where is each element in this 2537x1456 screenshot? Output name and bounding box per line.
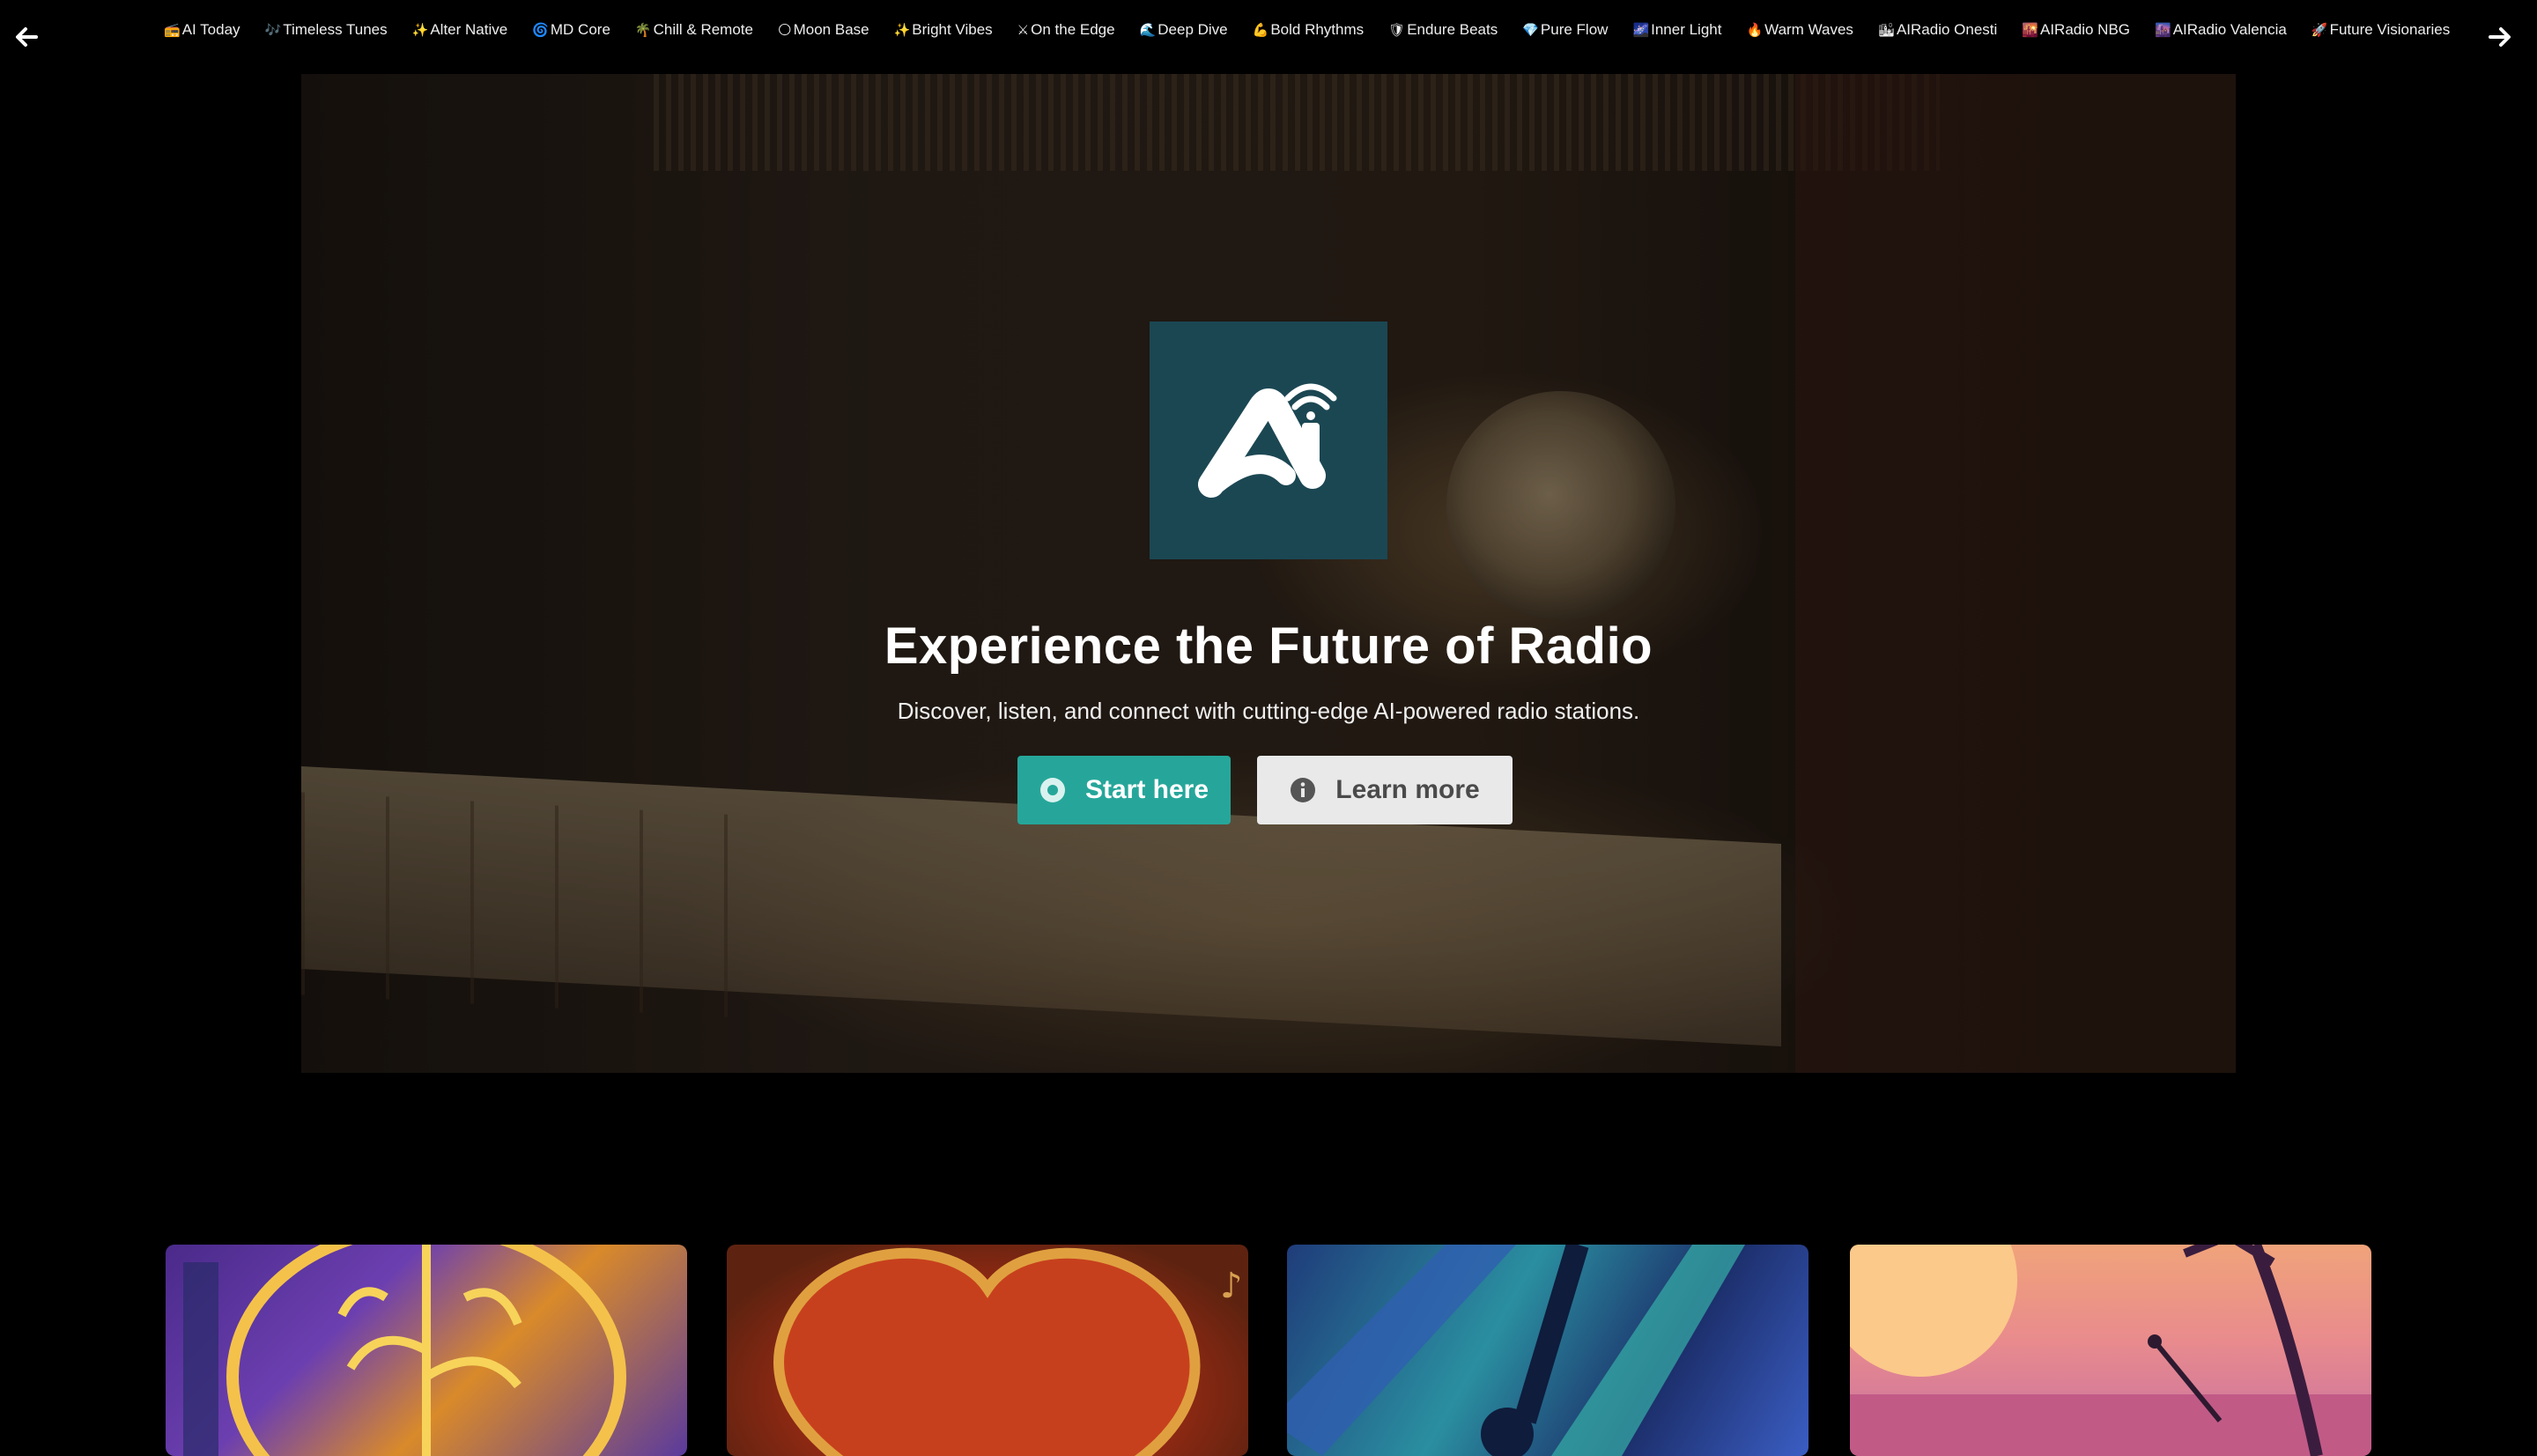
station-emoji-icon: ✨ bbox=[411, 22, 429, 38]
guitar-abstract-artwork bbox=[1287, 1245, 1745, 1456]
start-here-button[interactable]: Start here bbox=[1017, 756, 1231, 824]
station-label: Deep Dive bbox=[1158, 21, 1228, 38]
station-link-endure-beats[interactable]: 🛡 Endure Beats bbox=[1376, 16, 1510, 44]
station-label: Endure Beats bbox=[1407, 21, 1498, 38]
station-card[interactable] bbox=[1850, 1245, 2371, 1456]
ai-radio-logo bbox=[1150, 322, 1387, 559]
hero-section: Experience the Future of Radio Discover,… bbox=[301, 74, 2236, 1073]
station-label: Chill & Remote bbox=[653, 21, 753, 38]
station-link-md-core[interactable]: 🌀 MD Core bbox=[520, 16, 623, 44]
station-emoji-icon: 📻 bbox=[164, 22, 181, 38]
station-emoji-icon: 🛡 bbox=[1388, 22, 1406, 38]
station-emoji-icon: ✨ bbox=[893, 22, 911, 38]
station-emoji-icon: 🌕 bbox=[777, 22, 792, 38]
station-link-on-the-edge[interactable]: ⚔ On the Edge bbox=[1005, 16, 1128, 44]
station-label: Timeless Tunes bbox=[283, 21, 388, 38]
station-emoji-icon: 🌆 bbox=[2155, 22, 2171, 38]
station-label: MD Core bbox=[550, 21, 610, 38]
station-link-bold-rhythms[interactable]: 💪 Bold Rhythms bbox=[1240, 16, 1377, 44]
station-emoji-icon: 🔥 bbox=[1746, 22, 1764, 38]
station-label: On the Edge bbox=[1031, 21, 1115, 38]
station-link-bright-vibes[interactable]: ✨ Bright Vibes bbox=[882, 16, 1005, 44]
brain-circuit-artwork bbox=[183, 1245, 626, 1456]
station-emoji-icon: 🌀 bbox=[532, 22, 549, 38]
hero-subtitle: Discover, listen, and connect with cutti… bbox=[897, 698, 1640, 724]
station-label: AIRadio Valencia bbox=[2172, 21, 2287, 38]
station-link-airadio-nbg[interactable]: 🌇 AIRadio NBG bbox=[2009, 16, 2142, 44]
station-link-timeless-tunes[interactable]: 🎶 Timeless Tunes bbox=[253, 16, 400, 44]
station-link-airadio-onesti[interactable]: 🏙 AIRadio Onesti bbox=[1866, 16, 2009, 44]
station-label: Bright Vibes bbox=[912, 21, 993, 38]
station-link-warm-waves[interactable]: 🔥 Warm Waves bbox=[1734, 16, 1865, 44]
station-emoji-icon: 🎶 bbox=[264, 22, 282, 38]
station-card[interactable] bbox=[1287, 1245, 1808, 1456]
station-emoji-icon: 🌊 bbox=[1139, 22, 1157, 38]
station-label: Inner Light bbox=[1651, 21, 1722, 38]
learn-more-label: Learn more bbox=[1335, 775, 1480, 804]
station-link-moon-base[interactable]: 🌕 Moon Base bbox=[766, 16, 882, 44]
station-card[interactable] bbox=[166, 1245, 687, 1456]
info-icon bbox=[1290, 777, 1316, 803]
learn-more-button[interactable]: Learn more bbox=[1257, 756, 1513, 824]
station-card[interactable]: ♪ bbox=[727, 1245, 1248, 1456]
hero-title: Experience the Future of Radio bbox=[884, 617, 1653, 675]
station-emoji-icon: 🌴 bbox=[634, 22, 652, 38]
station-emoji-icon: 🌌 bbox=[1632, 22, 1650, 38]
station-link-airadio-valencia[interactable]: 🌆 AIRadio Valencia bbox=[2142, 16, 2299, 44]
station-link-chill-remote[interactable]: 🌴 Chill & Remote bbox=[623, 16, 766, 44]
play-circle-icon bbox=[1039, 777, 1066, 803]
arrow-left-icon[interactable] bbox=[7, 18, 46, 56]
station-label: AI Today bbox=[181, 21, 240, 38]
station-emoji-icon: 🚀 bbox=[2311, 22, 2328, 38]
station-label: AIRadio Onesti bbox=[1896, 21, 1998, 38]
sunset-beach-radio-artwork bbox=[1850, 1245, 2371, 1456]
station-label: Warm Waves bbox=[1764, 21, 1853, 38]
start-here-label: Start here bbox=[1084, 775, 1209, 804]
svg-text:♪: ♪ bbox=[1220, 1266, 1243, 1306]
station-emoji-icon: 🏙 bbox=[1877, 22, 1895, 38]
station-label: Pure Flow bbox=[1540, 21, 1609, 38]
station-emoji-icon: 🌇 bbox=[2022, 22, 2038, 38]
station-cards: ♪ bbox=[166, 1245, 2371, 1456]
station-label: Bold Rhythms bbox=[1270, 21, 1365, 38]
station-link-alter-native[interactable]: ✨ Alter Native bbox=[400, 16, 521, 44]
arrow-right-icon[interactable] bbox=[2481, 18, 2519, 56]
station-emoji-icon: 💪 bbox=[1252, 22, 1269, 38]
station-nav: 📻 AI Today 🎶 Timeless Tunes ✨ Alter Native 🌀 MD… bbox=[152, 16, 2450, 44]
station-link-future-visionaries[interactable]: 🚀 Future Visionaries bbox=[2299, 16, 2462, 44]
station-emoji-icon: 💎 bbox=[1522, 22, 1539, 38]
station-link-ai-today[interactable]: 📻 AI Today bbox=[152, 16, 253, 44]
station-link-pure-flow[interactable]: 💎 Pure Flow bbox=[1510, 16, 1620, 44]
station-label: Future Visionaries bbox=[2329, 21, 2451, 38]
station-label: Moon Base bbox=[793, 21, 869, 38]
station-emoji-icon: ⚔ bbox=[1017, 22, 1030, 38]
station-label: AIRadio NBG bbox=[2039, 21, 2131, 38]
heart-music-artwork: ♪ bbox=[773, 1247, 1243, 1456]
hero-overlay bbox=[301, 74, 2236, 1073]
station-label: Alter Native bbox=[430, 21, 508, 38]
station-link-inner-light[interactable]: 🌌 Inner Light bbox=[1620, 16, 1734, 44]
station-link-deep-dive[interactable]: 🌊 Deep Dive bbox=[1128, 16, 1240, 44]
